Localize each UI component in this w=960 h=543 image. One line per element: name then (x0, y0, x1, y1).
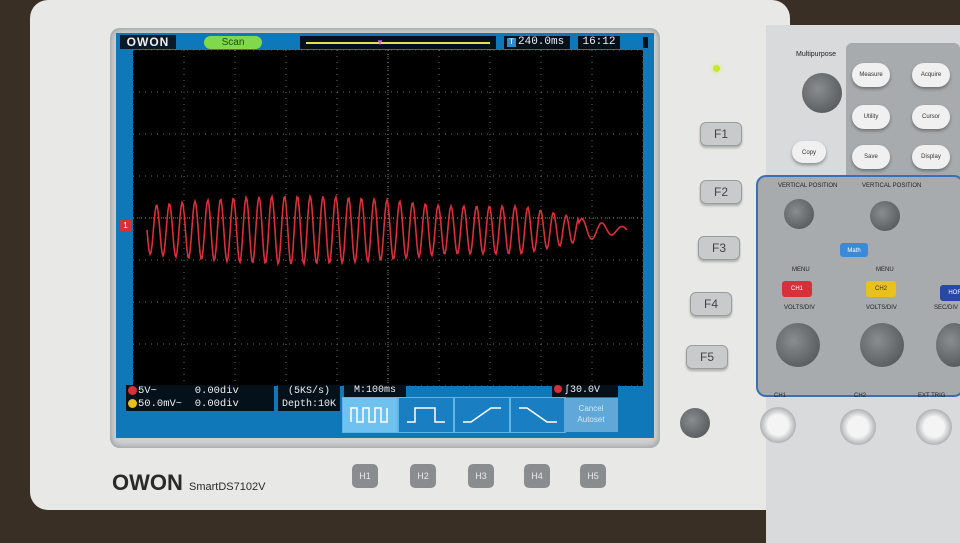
acquire-button[interactable]: Acquire (912, 63, 950, 87)
multipurpose-label: Multipurpose (796, 51, 837, 58)
trigger-delay-value: 240.0ms (518, 36, 565, 48)
ch2-menu-label: MENU (876, 267, 894, 273)
trigger-time-icon: T (507, 38, 516, 47)
ch2-bnc-input[interactable] (840, 409, 876, 445)
ch1-dot-icon (128, 385, 137, 395)
square-wave-icon (350, 407, 388, 423)
ch1-marker: 1 (120, 220, 131, 231)
timebase: M:100ms (344, 385, 406, 397)
ch2-info: 50.0mV~ 0.00div (126, 398, 239, 411)
h3-button[interactable]: H3 (468, 464, 494, 488)
vertical-controls: VERTICAL POSITION VERTICAL POSITION Math… (756, 175, 960, 397)
waveform-grid (132, 49, 644, 387)
ch1-input-label: CH1 (774, 393, 787, 399)
ch1-scale: 5V~ (138, 385, 157, 397)
ch1-position-knob[interactable] (784, 199, 814, 229)
sec-div-knob[interactable] (936, 323, 960, 367)
h2-button[interactable]: H2 (410, 464, 436, 488)
ch2-menu-button[interactable]: CH2 (866, 281, 896, 297)
f5-button[interactable]: F5 (686, 345, 728, 369)
power-icon[interactable] (680, 408, 710, 438)
ch2-volts-label: VOLTS/DIV (866, 305, 897, 311)
ch1-volts-label: VOLTS/DIV (784, 305, 815, 311)
trigger-delay-readout: T 240.0ms (504, 36, 570, 49)
cancel-autoset-button[interactable]: Cancel Autoset (564, 398, 618, 432)
h1-button[interactable]: H1 (352, 464, 378, 488)
falling-ramp-button[interactable] (510, 397, 566, 433)
trigger-level: 30.0V (570, 385, 601, 396)
ch2-input-label: CH2 (854, 393, 867, 399)
math-button[interactable]: Math (840, 243, 868, 257)
hor-menu-button[interactable]: HOR (940, 285, 960, 301)
utility-button[interactable]: Utility (852, 105, 890, 129)
measure-button[interactable]: Measure (852, 63, 890, 87)
rising-ramp-button[interactable] (454, 397, 510, 433)
ch2-volts-knob[interactable] (860, 323, 904, 367)
memory-bar-line (306, 42, 490, 44)
ext-trig-label: EXT TRIG (918, 393, 946, 399)
ch1-bnc-input[interactable] (760, 407, 796, 443)
acquisition-info: (5KS/s) Depth:10K (278, 385, 340, 411)
trigger-info: ∫30.0V (552, 385, 618, 397)
ch2-dot-icon (128, 398, 137, 408)
ch2-scale: 50.0mV~ (138, 398, 183, 410)
copy-button[interactable]: Copy (792, 141, 826, 163)
trigger-source-icon (554, 385, 562, 394)
memory-marker-icon: ▼ (376, 38, 384, 47)
sample-rate: (5KS/s) (287, 386, 330, 397)
status-bar: OWON Scan ▼ T 240.0ms 16:12 (116, 33, 654, 51)
waveform-display (132, 49, 644, 387)
power-led (713, 65, 720, 72)
autoset-label: Autoset (577, 415, 605, 424)
pulse-wave-icon (407, 407, 445, 423)
falling-ramp-icon (519, 407, 557, 423)
memory-depth: Depth:10K (281, 399, 336, 410)
ch2-position-label: VERTICAL POSITION (862, 183, 922, 189)
front-brand: OWON (112, 470, 183, 495)
ext-trig-bnc-input[interactable] (916, 409, 952, 445)
function-button-group: Measure Acquire Utility Cursor Save Disp… (846, 43, 960, 187)
ch1-menu-button[interactable]: CH1 (782, 281, 812, 297)
front-logo: OWON SmartDS7102V (112, 470, 265, 500)
f3-button[interactable]: F3 (698, 236, 740, 260)
save-button[interactable]: Save (852, 145, 890, 169)
f2-button[interactable]: F2 (700, 180, 742, 204)
ch2-offset: 0.00div (194, 398, 239, 410)
ch2-position-knob[interactable] (870, 201, 900, 231)
ch1-offset: 0.00div (194, 385, 239, 397)
memory-position-bar: ▼ (300, 36, 496, 49)
ch1-menu-label: MENU (792, 267, 810, 273)
f1-button[interactable]: F1 (700, 122, 742, 146)
h4-button[interactable]: H4 (524, 464, 550, 488)
sec-div-label: SEC/DIV (934, 305, 959, 311)
status-icon (643, 37, 648, 48)
h5-button[interactable]: H5 (580, 464, 606, 488)
brand-logo: OWON (120, 35, 176, 49)
clock: 16:12 (578, 36, 620, 49)
cancel-label: Cancel (578, 404, 604, 413)
info-bar: 5V~ 0.00div 50.0mV~ 0.00div (5KS/s) Dept… (116, 385, 654, 438)
ch1-volts-knob[interactable] (776, 323, 820, 367)
display-button[interactable]: Display (912, 145, 950, 169)
f4-button[interactable]: F4 (690, 292, 732, 316)
pulse-wave-button[interactable] (398, 397, 454, 433)
oscilloscope-screen: OWON Scan ▼ T 240.0ms 16:12 1 5V~ 0.00div… (116, 33, 654, 438)
ch1-position-label: VERTICAL POSITION (778, 183, 838, 189)
cursor-button[interactable]: Cursor (912, 105, 950, 129)
control-panel: Multipurpose Copy Measure Acquire Utilit… (756, 25, 960, 543)
channel-info: 5V~ 0.00div 50.0mV~ 0.00div (126, 385, 274, 411)
ch1-info: 5V~ 0.00div (126, 385, 239, 398)
model-name: SmartDS7102V (189, 481, 266, 493)
ch1-waveform-trace (146, 193, 628, 267)
rising-ramp-icon (463, 407, 501, 423)
square-wave-button[interactable] (342, 397, 398, 433)
multipurpose-knob[interactable] (802, 73, 842, 113)
mode-indicator: Scan (204, 36, 262, 49)
